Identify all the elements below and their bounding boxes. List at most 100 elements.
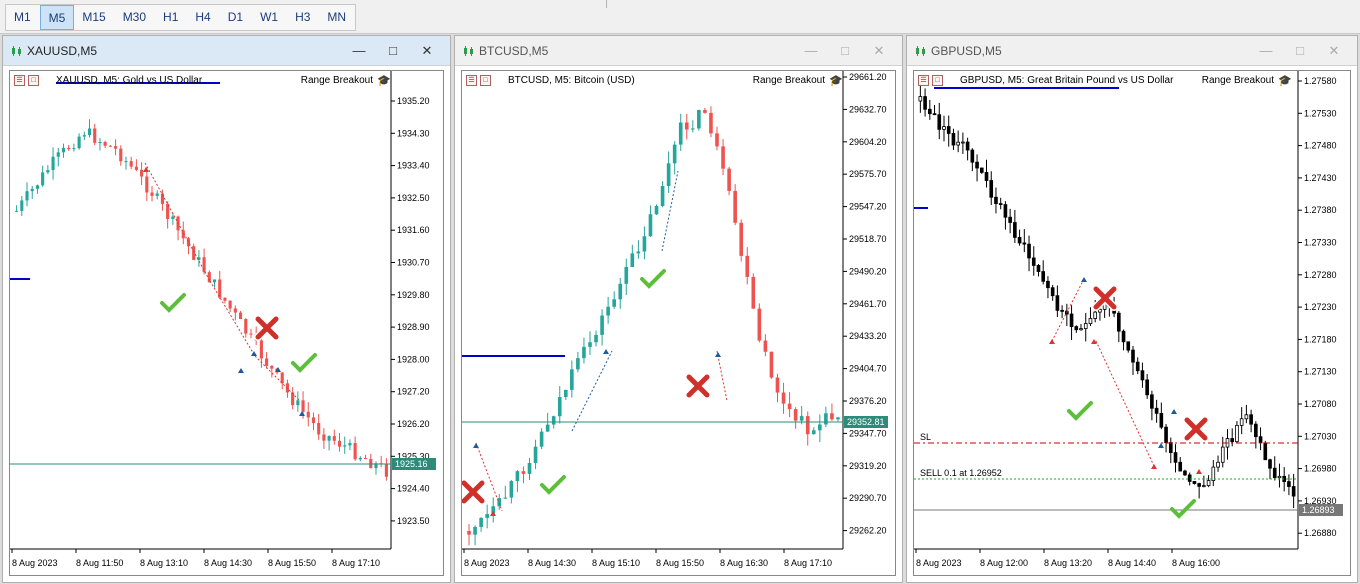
candle [630, 253, 635, 267]
candle [1154, 407, 1159, 414]
candle [1069, 313, 1074, 327]
timeframe-button-m15[interactable]: M15 [74, 5, 114, 30]
candle [1235, 424, 1239, 443]
timeframe-button-d1[interactable]: D1 [220, 5, 252, 30]
trade-list-icon[interactable]: ☰ [918, 75, 929, 86]
candle [672, 144, 677, 164]
candle [539, 431, 544, 447]
candle [763, 340, 768, 352]
candle [563, 389, 568, 398]
candle [557, 397, 562, 417]
price-tick-label: 1.27580 [1304, 76, 1337, 86]
timeframe-button-h3[interactable]: H3 [287, 5, 319, 30]
timeframe-button-h4[interactable]: H4 [187, 5, 219, 30]
timeframe-button-m30[interactable]: M30 [115, 5, 155, 30]
minimize-button[interactable]: — [1251, 42, 1281, 60]
candle [1249, 414, 1253, 425]
close-button[interactable]: ✕ [1319, 42, 1349, 60]
candle [1046, 280, 1050, 289]
candle [515, 471, 520, 482]
timeframe-button-m5[interactable]: M5 [39, 5, 75, 30]
candle [1022, 242, 1027, 245]
chart-window-btcusd[interactable]: BTCUSD,M5 — □ ✕ 29661.20 29632.70 29604.20… [454, 35, 903, 583]
candle [244, 319, 248, 334]
trade-list-icon[interactable]: ☰ [466, 75, 477, 86]
candle [1168, 442, 1173, 454]
timeframe-button-m1[interactable]: M1 [6, 5, 40, 30]
timeframe-button-h1[interactable]: H1 [155, 5, 187, 30]
trade-list-icon[interactable]: ☰ [14, 75, 25, 86]
expert-advisor-label[interactable]: Range Breakout 🎓 [1202, 75, 1292, 86]
window-title-bar[interactable]: GBPUSD,M5 — □ ✕ [907, 36, 1357, 66]
candle [594, 334, 598, 343]
candle [1150, 394, 1154, 409]
price-tick-label: 1.26980 [1304, 464, 1337, 474]
chart-properties-icon[interactable]: □ [480, 75, 491, 86]
candle [67, 147, 71, 150]
candle [775, 377, 780, 393]
candle [1272, 467, 1277, 479]
candle [727, 168, 731, 191]
trade-path-line [1095, 340, 1155, 467]
maximize-button[interactable]: □ [378, 42, 408, 60]
chart-plot-area[interactable]: 1.27580 1.27530 1.27480 1.27430 1.27380 1.273… [913, 70, 1351, 576]
expert-advisor-label[interactable]: Range Breakout 🎓 [753, 75, 843, 86]
minimize-button[interactable]: — [796, 42, 826, 60]
timeframe-button-w1[interactable]: W1 [252, 5, 287, 30]
candle [570, 369, 574, 390]
close-button[interactable]: ✕ [412, 42, 442, 60]
current-price-label: 29352.81 [847, 417, 885, 427]
chart-plot-area[interactable]: 1935.20 1934.30 1933.40 1932.50 1931.60 1930.… [9, 70, 444, 576]
price-tick-label: 1.27080 [1304, 399, 1337, 409]
price-tick-label: 29433.20 [849, 331, 887, 341]
timeframe-button-mn[interactable]: MN [319, 5, 355, 30]
maximize-button[interactable]: □ [1285, 42, 1315, 60]
symbol-icons: ☰ □ [918, 75, 943, 86]
candle [259, 340, 263, 359]
candle [533, 446, 538, 463]
time-tick-label: 8 Aug 14:40 [1108, 558, 1156, 568]
candle [1079, 328, 1083, 331]
candle [654, 205, 659, 215]
price-tick-label: 1933.40 [397, 161, 430, 171]
candle [1268, 459, 1272, 469]
window-title-bar[interactable]: BTCUSD,M5 — □ ✕ [455, 36, 902, 66]
candle [1055, 295, 1060, 311]
candle [965, 141, 970, 151]
candle [527, 462, 532, 474]
expert-advisor-label[interactable]: Range Breakout 🎓 [301, 75, 391, 86]
window-title-bar[interactable]: XAUUSD,M5 — □ ✕ [3, 36, 450, 66]
candle [1216, 461, 1220, 468]
candle [582, 346, 586, 359]
candlestick-icon [916, 46, 925, 56]
close-button[interactable]: ✕ [864, 42, 894, 60]
candle [989, 180, 994, 198]
symbol-description: XAUUSD, M5: Gold vs US Dollar [56, 75, 203, 86]
candle [145, 176, 149, 193]
candle [353, 443, 357, 460]
chart-properties-icon[interactable]: □ [932, 75, 943, 86]
candle [1258, 436, 1263, 444]
candle [212, 279, 217, 283]
timeframe-button-group: M1 M5 M15 M30 H1 H4 D1 W1 H3 MN [5, 4, 357, 31]
chart-plot-area[interactable]: 29661.20 29632.70 29604.20 29575.70 29547.20… [461, 70, 896, 576]
candle [119, 148, 123, 162]
candle [1187, 474, 1192, 482]
price-tick-label: 29604.20 [849, 137, 887, 147]
chart-window-gbpusd[interactable]: GBPUSD,M5 — □ ✕ 1.27580 1.27530 1.27480 1.2… [906, 35, 1358, 583]
maximize-button[interactable]: □ [830, 42, 860, 60]
candle [678, 122, 683, 145]
candle [233, 308, 237, 313]
chart-properties-icon[interactable]: □ [28, 75, 39, 86]
candle [1183, 470, 1187, 476]
time-tick-label: 8 Aug 16:00 [1172, 558, 1220, 568]
price-tick-label: 29262.20 [849, 526, 887, 536]
candle [1230, 438, 1235, 443]
minimize-button[interactable]: — [344, 42, 374, 60]
candle [249, 333, 253, 335]
trade-arrow-icon [490, 511, 496, 516]
candle [25, 191, 29, 201]
time-tick-label: 8 Aug 14:30 [528, 558, 576, 568]
candle [509, 481, 514, 498]
chart-window-xauusd[interactable]: XAUUSD,M5 — □ ✕ 1935.20 1934.30 1933.40 193… [2, 35, 451, 583]
